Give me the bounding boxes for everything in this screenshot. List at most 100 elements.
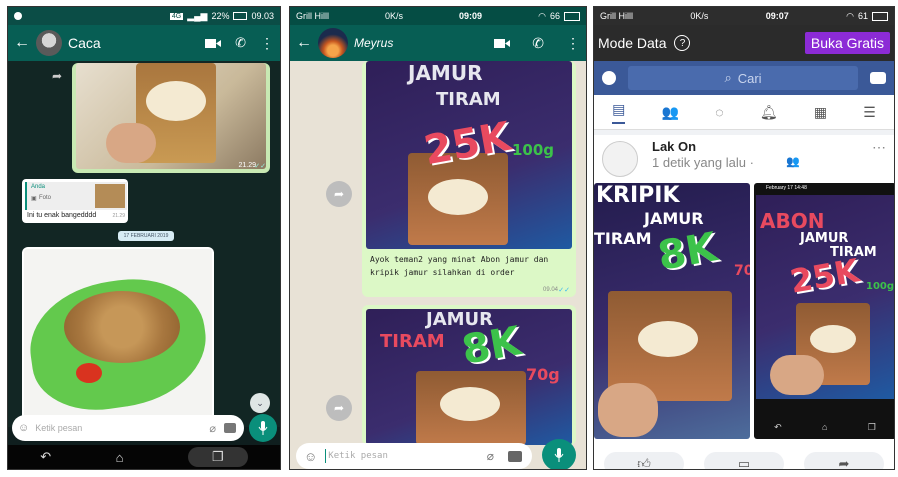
- facebook-post-screen: Grill Hilll 0K/s 09:07 ◠ 61 Mode Data ? …: [593, 6, 895, 470]
- facebook-top-bar: ⌕ Cari: [594, 61, 894, 95]
- poster-line2: JAMUR: [644, 209, 704, 228]
- camera-icon[interactable]: [870, 72, 886, 84]
- camera-icon[interactable]: [224, 423, 236, 433]
- quoted-reply: Anda ▣ Foto: [25, 182, 127, 210]
- battery-percent: 66: [549, 11, 560, 21]
- post-options-icon[interactable]: ⋯: [872, 139, 886, 156]
- emoji-icon[interactable]: ☺: [18, 422, 29, 434]
- attach-icon[interactable]: ⌀: [209, 422, 216, 435]
- back-nav-icon: ↶: [774, 421, 782, 432]
- more-options-icon[interactable]: ⋮: [260, 35, 274, 52]
- tab-menu[interactable]: ☰: [863, 104, 876, 121]
- avatar[interactable]: [36, 30, 62, 56]
- product-photo: [76, 63, 266, 169]
- phone-icon[interactable]: ✆: [532, 35, 544, 52]
- mic-button[interactable]: [249, 414, 277, 442]
- mode-data-label: Mode Data: [598, 35, 667, 51]
- reply-sender: Anda: [31, 184, 46, 190]
- video-call-icon[interactable]: [205, 38, 222, 49]
- avatar[interactable]: [318, 28, 348, 58]
- poster-line1: KRIPIK: [596, 183, 680, 208]
- fried-mushroom: [64, 291, 180, 363]
- scroll-down-button[interactable]: ⌄: [250, 393, 270, 413]
- feed-post: Lak On 1 detik yang lalu · 👥 ⋯ KRIPIK JA…: [594, 135, 894, 469]
- camera-icon[interactable]: [508, 450, 522, 462]
- back-arrow-icon[interactable]: ←: [296, 34, 312, 52]
- post-image-kripik[interactable]: KRIPIK JAMUR TIRAM 8K 70: [594, 183, 750, 439]
- contact-name[interactable]: Meyrus: [354, 36, 494, 50]
- battery-percent: 61: [857, 11, 868, 21]
- notification-icon: [14, 12, 22, 20]
- camera-icon: ▣: [31, 196, 37, 202]
- home-nav-icon[interactable]: ⌂: [116, 450, 124, 465]
- forward-button[interactable]: ➦: [326, 181, 352, 207]
- wifi-icon: ◠: [846, 10, 854, 21]
- emoji-icon[interactable]: ☺: [304, 449, 317, 464]
- poster-price: 8K: [654, 224, 721, 280]
- forward-icon[interactable]: ➦: [52, 69, 62, 83]
- attach-icon[interactable]: ⌀: [487, 449, 494, 463]
- author-name[interactable]: Lak On: [652, 139, 696, 154]
- message-input[interactable]: Ketik pesan: [328, 451, 486, 461]
- back-nav-icon[interactable]: ↶: [40, 449, 51, 465]
- more-options-icon[interactable]: ⋮: [566, 35, 580, 52]
- message-input-bar[interactable]: ☺ Ketik pesan ⌀: [296, 443, 532, 469]
- comment-button[interactable]: ▭: [704, 452, 784, 469]
- profile-icon[interactable]: [602, 71, 616, 85]
- poster-weight: 70: [734, 263, 750, 279]
- status-time: 09.03: [251, 11, 274, 21]
- poster-jamur-tiram-8k: JAMUR TIRAM 8K 70g: [366, 309, 572, 445]
- food-image-bubble[interactable]: [22, 247, 214, 423]
- reply-message-bubble[interactable]: Anda ▣ Foto Ini tu enak bangedddd 21.29: [22, 179, 128, 223]
- tab-news-feed[interactable]: ▤: [612, 101, 626, 124]
- battery-icon: [563, 11, 580, 21]
- tab-messenger[interactable]: ◌: [715, 104, 723, 120]
- hand-shape: [106, 123, 156, 163]
- poster-price: 8K: [458, 318, 525, 374]
- recents-nav-icon: ❐: [867, 421, 876, 432]
- message-input-bar[interactable]: ☺ Ketik pesan ⌀: [12, 415, 244, 441]
- wifi-icon: ◠: [538, 10, 546, 21]
- phone-icon[interactable]: ✆: [235, 35, 246, 51]
- caption-time: 09.04: [542, 287, 558, 293]
- signal-icon: ▂▄▆: [187, 10, 208, 21]
- battery-icon: [872, 11, 888, 21]
- forward-button[interactable]: ➦: [326, 395, 352, 421]
- mic-button[interactable]: [542, 439, 576, 469]
- poster-line2: TIRAM: [436, 89, 501, 110]
- contact-name[interactable]: Caca: [68, 35, 205, 51]
- image-message-bubble[interactable]: JAMUR TIRAM 25K 100g Ayok teman2 yang mi…: [362, 61, 576, 297]
- pack-logo: [428, 179, 488, 215]
- hand-shape: [598, 383, 658, 437]
- tab-friends[interactable]: 👥: [662, 104, 679, 121]
- tab-marketplace[interactable]: ▦: [814, 104, 827, 121]
- video-call-icon[interactable]: [494, 38, 511, 49]
- pack-logo: [638, 321, 698, 357]
- poster-jamur-tiram-25k: JAMUR TIRAM 25K 100g: [366, 61, 572, 249]
- whatsapp-chat-meyrus-screen: Grill Hilll 0K/s 09:09 ◠ 66 ← Meyrus ✆ ⋮…: [289, 6, 587, 470]
- message-time: 21.29: [112, 213, 125, 219]
- product-pack: [416, 371, 526, 445]
- search-box[interactable]: ⌕ Cari: [628, 66, 858, 90]
- poster-price: 25K: [787, 251, 863, 301]
- status-bar: 4G ▂▄▆ 22% 09.03: [8, 7, 280, 25]
- author-avatar[interactable]: [602, 141, 638, 177]
- share-button[interactable]: ➦: [804, 452, 884, 469]
- recents-nav-icon[interactable]: ❐: [188, 447, 248, 467]
- post-image-abon[interactable]: February 17 14:48 ABON JAMUR TIRAM 25K 1…: [754, 183, 894, 439]
- image-message-bubble[interactable]: JAMUR TIRAM 8K 70g: [362, 305, 576, 445]
- net-speed: 0K/s: [385, 11, 404, 21]
- poster-line1: JAMUR: [408, 61, 483, 85]
- battery-icon: [233, 12, 248, 20]
- pack-logo: [146, 81, 206, 121]
- buka-gratis-button[interactable]: Buka Gratis: [804, 32, 890, 54]
- chat-body: ➦ JAMUR TIRAM 25K 100g Ayok teman2 yang …: [290, 61, 586, 445]
- image-message-bubble[interactable]: 21.29 ✓✓: [72, 63, 270, 173]
- tab-notifications[interactable]: 🔔︎: [760, 104, 778, 121]
- poster-line2: JAMUR: [800, 231, 849, 246]
- battery-percent: 22%: [211, 11, 230, 21]
- like-button[interactable]: 👍︎: [604, 452, 684, 469]
- back-arrow-icon[interactable]: ←: [14, 34, 30, 52]
- message-input[interactable]: Ketik pesan: [35, 423, 209, 433]
- help-icon[interactable]: ?: [674, 35, 691, 51]
